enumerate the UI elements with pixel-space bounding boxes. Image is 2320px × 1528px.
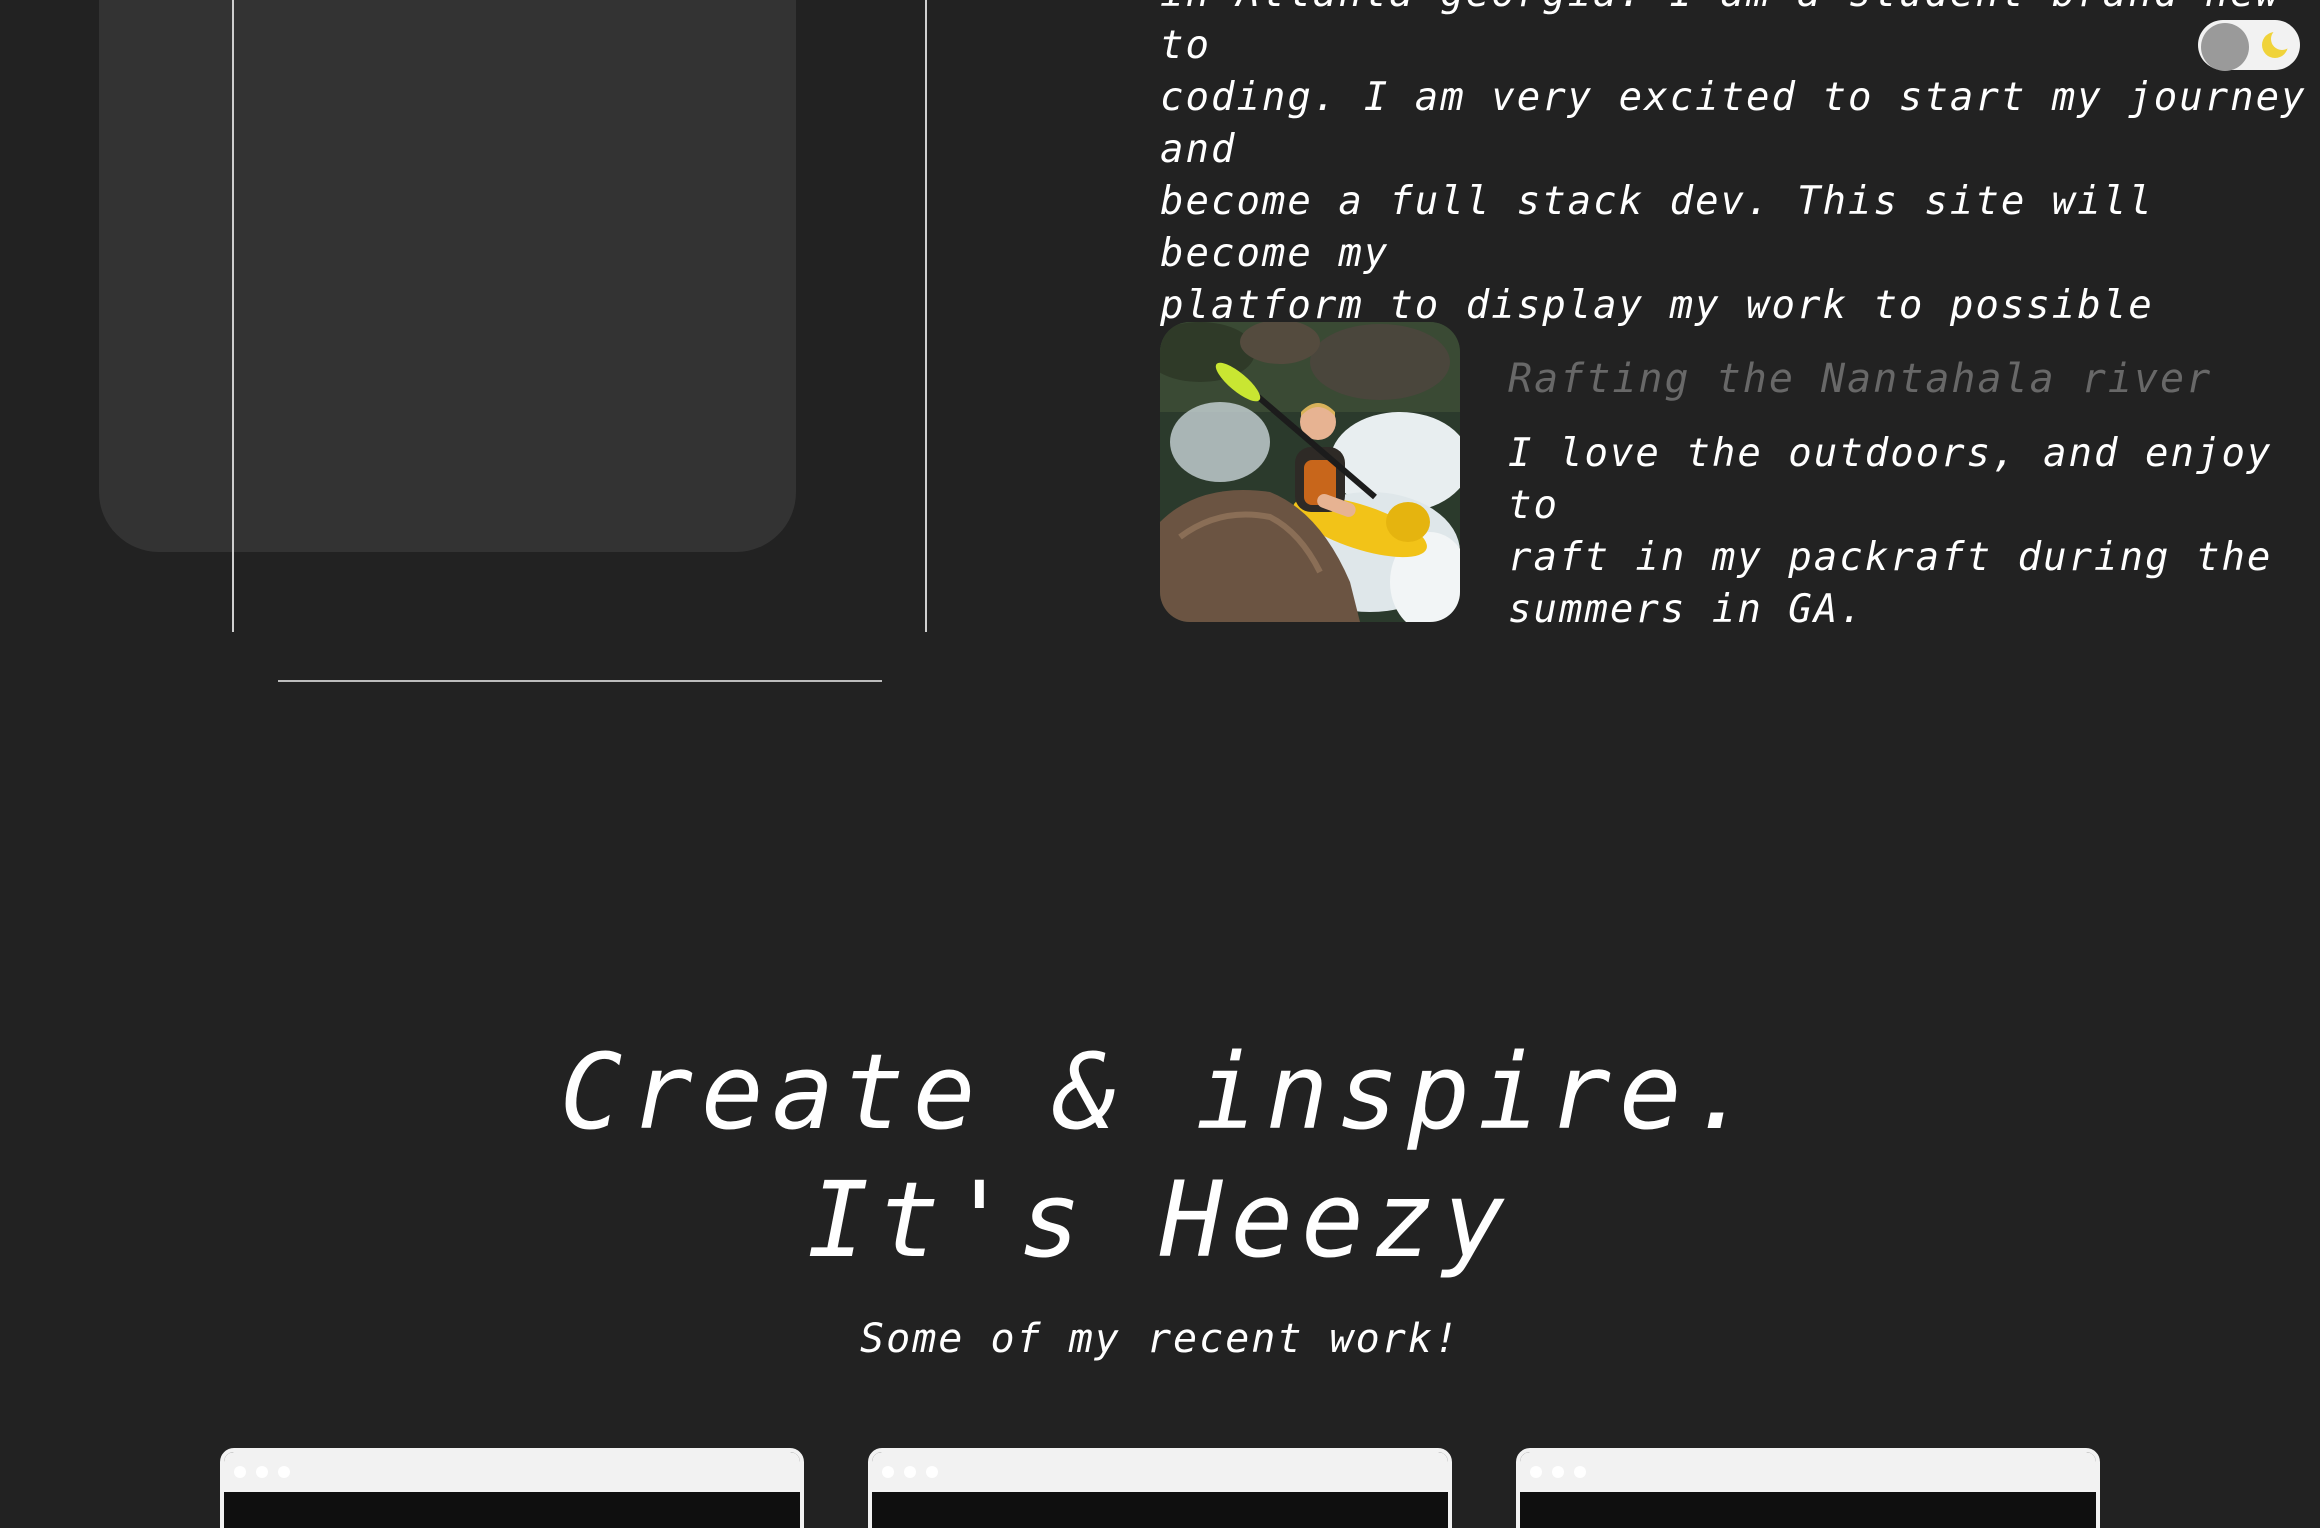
window-dot-icon — [882, 1466, 894, 1478]
toggle-knob[interactable] — [2201, 23, 2249, 71]
window-dot-icon — [1574, 1466, 1586, 1478]
project-card-3[interactable] — [1516, 1448, 2100, 1528]
card-window-bar — [872, 1452, 1448, 1492]
frame-line-left — [232, 0, 234, 632]
window-dot-icon — [1530, 1466, 1542, 1478]
photo-caption: Rafting the Nantahala river — [1508, 356, 2213, 402]
work-heading-line-1: Create & inspire. — [559, 1031, 1761, 1153]
window-dot-icon — [278, 1466, 290, 1478]
work-section-subheading: Some of my recent work! — [860, 1316, 1460, 1362]
moon-icon — [2262, 28, 2292, 58]
project-card-2[interactable] — [868, 1448, 1452, 1528]
project-card-1[interactable] — [220, 1448, 804, 1528]
frame-line-right — [925, 0, 927, 632]
window-dot-icon — [234, 1466, 246, 1478]
hero-placeholder-panel — [99, 0, 796, 552]
work-section-heading: Create & inspire. It's Heezy — [0, 1028, 2320, 1284]
photo-description: I love the outdoors, and enjoy to raft i… — [1508, 431, 2273, 632]
work-heading-line-2: It's Heezy — [806, 1159, 1514, 1281]
window-dot-icon — [1552, 1466, 1564, 1478]
card-window-bar — [1520, 1452, 2096, 1492]
theme-toggle[interactable] — [2198, 20, 2300, 71]
card-window-bar — [224, 1452, 800, 1492]
frame-line-bottom — [278, 680, 882, 682]
window-dot-icon — [256, 1466, 268, 1478]
window-dot-icon — [926, 1466, 938, 1478]
rafting-photo — [1160, 322, 1460, 622]
window-dot-icon — [904, 1466, 916, 1478]
